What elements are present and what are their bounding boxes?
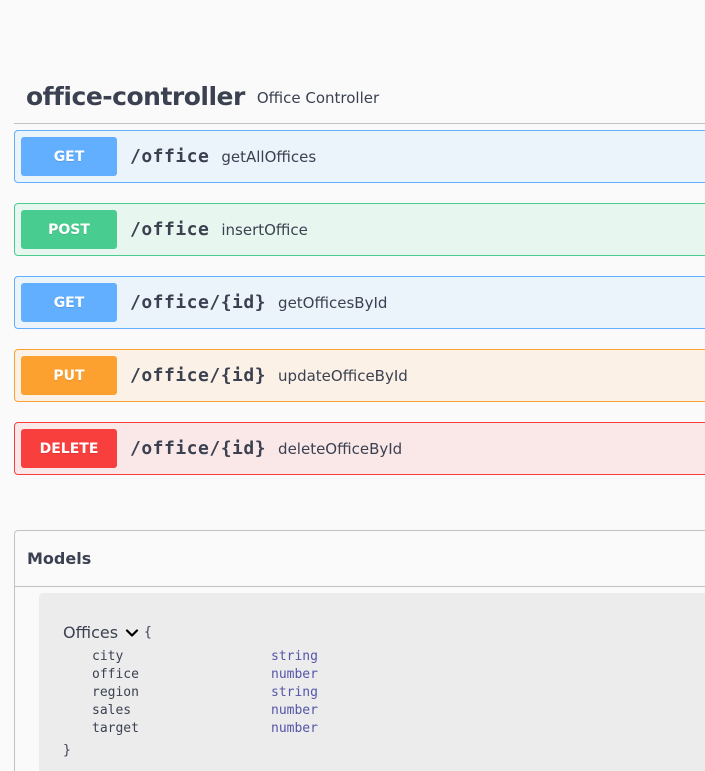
swagger-page: office-controller Office Controller GET … [0,0,705,771]
method-badge-get: GET [21,137,117,176]
property-name: sales [92,703,132,718]
model-properties: city string office number region string … [92,648,318,738]
method-badge-post: POST [21,210,117,249]
property-name: region [92,685,139,700]
operation-summary: insertOffice [221,220,308,239]
operation-put-office-by-id[interactable]: PUT /office/{id} updateOfficeById [14,349,705,402]
property-type: number [271,667,318,682]
operation-path: /office [130,146,210,167]
property-type: number [271,703,318,718]
model-toggle[interactable]: Offices { [63,623,152,642]
method-badge-get: GET [21,283,117,322]
operation-summary: getAllOffices [221,147,317,166]
operation-path: /office/{id} [130,292,267,313]
operation-get-office[interactable]: GET /office getAllOffices [14,130,705,183]
controller-description: Office Controller [256,89,380,107]
property-row: target number [92,720,318,738]
models-header[interactable]: Models [15,531,705,587]
model-open-brace: { [144,625,152,640]
operation-get-office-by-id[interactable]: GET /office/{id} getOfficesById [14,276,705,329]
models-section: Models Offices { city string office numb… [14,530,705,771]
property-row: office number [92,666,318,684]
controller-header[interactable]: office-controller Office Controller [14,70,705,124]
operation-summary: getOfficesById [278,293,388,312]
model-close-brace: } [63,743,71,758]
property-name: city [92,649,124,664]
property-row: city string [92,648,318,666]
model-name[interactable]: Offices [63,623,118,642]
property-name: target [92,721,139,736]
property-name: office [92,667,139,682]
controller-title[interactable]: office-controller [26,82,245,111]
property-row: region string [92,684,318,702]
operation-path: /office [130,219,210,240]
operation-delete-office-by-id[interactable]: DELETE /office/{id} deleteOfficeById [14,422,705,475]
chevron-down-icon[interactable] [124,625,140,641]
property-type: string [271,649,318,664]
property-type: number [271,721,318,736]
operation-summary: deleteOfficeById [278,439,403,458]
model-offices: Offices { city string office number regi… [39,593,705,771]
operation-path: /office/{id} [130,365,267,386]
method-badge-put: PUT [21,356,117,395]
models-title: Models [27,549,92,568]
operation-path: /office/{id} [130,438,267,459]
property-row: sales number [92,702,318,720]
operation-summary: updateOfficeById [278,366,408,385]
operation-post-office[interactable]: POST /office insertOffice [14,203,705,256]
method-badge-delete: DELETE [21,429,117,468]
property-type: string [271,685,318,700]
